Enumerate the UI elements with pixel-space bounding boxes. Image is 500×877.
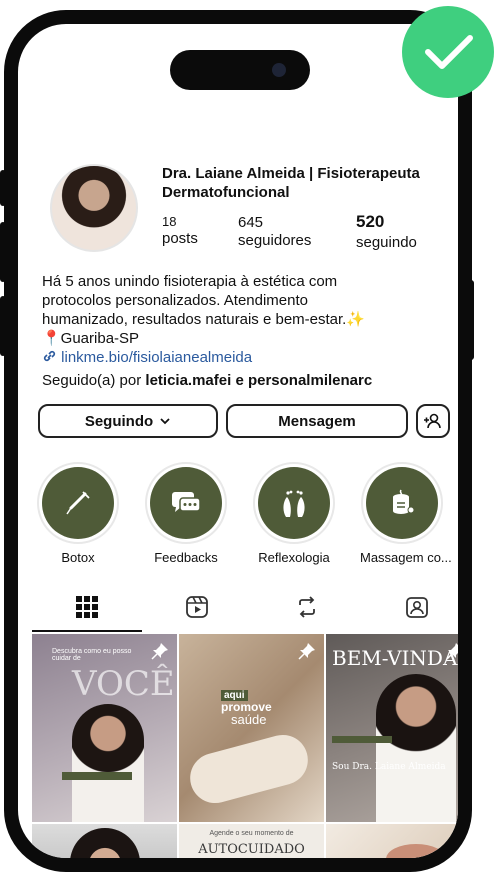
posts-count: 18 bbox=[162, 214, 177, 229]
person-photo bbox=[70, 828, 140, 858]
message-button-label: Mensagem bbox=[278, 412, 356, 430]
camera-icon bbox=[272, 63, 286, 77]
post-caption: Sou Dra. Laiane Almeida bbox=[332, 762, 446, 772]
message-button[interactable]: Mensagem bbox=[226, 404, 408, 438]
add-person-icon bbox=[424, 413, 441, 429]
candle-icon bbox=[393, 489, 415, 514]
post-tile[interactable] bbox=[326, 824, 458, 858]
post-title: AUTOCUIDADO bbox=[198, 842, 305, 857]
followers-count[interactable]: 645 bbox=[238, 214, 263, 231]
reposts-icon bbox=[299, 596, 315, 618]
person-photo bbox=[72, 704, 144, 822]
tab-tagged[interactable] bbox=[362, 584, 458, 630]
following-button[interactable]: Seguindo bbox=[38, 404, 218, 438]
highlight-label: Botox bbox=[61, 550, 95, 565]
post-caption: saúde bbox=[231, 712, 267, 727]
post-caption: Descubra como eu posso cuidar de bbox=[52, 648, 132, 662]
posts-grid: Descubra como eu posso cuidar de VOCÊ! a… bbox=[32, 634, 458, 858]
bio-line: protocolos personalizados. Atendimento bbox=[42, 292, 309, 309]
checkmark-icon bbox=[425, 35, 473, 69]
post-caption: Agende o seu momento de bbox=[209, 830, 294, 837]
tab-reels[interactable] bbox=[142, 584, 252, 630]
tagged-icon bbox=[406, 597, 428, 618]
following-button-label: Seguindo bbox=[84, 412, 154, 430]
profile-bio: Há 5 anos unindo fisioterapia à estética… bbox=[42, 272, 452, 367]
posts-label[interactable]: posts bbox=[162, 230, 198, 247]
highlight-botox[interactable]: Botox bbox=[36, 462, 120, 565]
post-banner bbox=[332, 736, 392, 743]
post-tile[interactable] bbox=[32, 824, 177, 858]
followed-by-names[interactable]: leticia.mafei e personalmilenarc bbox=[145, 372, 372, 389]
bio-link[interactable]: linkme.bio/fisiolaianealmeida bbox=[61, 349, 252, 366]
following-count[interactable]: 520 bbox=[356, 212, 384, 232]
profile-avatar[interactable] bbox=[50, 164, 138, 252]
dynamic-island bbox=[170, 50, 310, 90]
tab-reposts[interactable] bbox=[252, 584, 362, 630]
person-photo bbox=[376, 674, 456, 822]
phone-frame: Dra. Laiane Almeida | Fisioterapeuta Der… bbox=[4, 10, 472, 872]
pin-icon bbox=[446, 643, 458, 660]
highlight-label: Feedbacks bbox=[154, 550, 218, 565]
post-tile[interactable]: aqui promove saúde bbox=[179, 634, 324, 822]
highlight-feedbacks[interactable]: Feedbacks bbox=[144, 462, 228, 565]
profile-name: Dra. Laiane Almeida | Fisioterapeuta Der… bbox=[162, 165, 420, 201]
highlight-label: Massagem co... bbox=[360, 550, 452, 565]
feet-icon bbox=[283, 490, 305, 517]
chat-bubbles-icon bbox=[172, 492, 201, 512]
bio-line: humanizado, resultados naturais e bem-es… bbox=[42, 311, 366, 328]
bio-line: Há 5 anos unindo fisioterapia à estética… bbox=[42, 273, 338, 290]
pin-icon bbox=[151, 643, 168, 660]
post-tile[interactable]: Agende o seu momento de AUTOCUIDADO bbox=[179, 824, 324, 858]
verified-check-badge bbox=[402, 6, 494, 98]
profile-tabs bbox=[32, 584, 458, 632]
hand-shape bbox=[184, 729, 314, 809]
post-banner bbox=[62, 772, 132, 780]
reels-icon bbox=[186, 596, 208, 618]
followed-by-prefix: Seguido(a) por bbox=[42, 372, 146, 389]
tab-posts[interactable] bbox=[32, 584, 142, 632]
followed-by-text[interactable]: Seguido(a) por leticia.mafei e personalm… bbox=[42, 372, 458, 389]
pin-icon bbox=[298, 643, 315, 660]
bio-location: 📍Guariba-SP bbox=[42, 330, 140, 347]
highlight-label: Reflexologia bbox=[258, 550, 330, 565]
post-tile[interactable]: Descubra como eu posso cuidar de VOCÊ! bbox=[32, 634, 177, 822]
following-label[interactable]: seguindo bbox=[356, 234, 417, 251]
chevron-down-icon bbox=[160, 418, 170, 425]
grid-icon bbox=[76, 596, 98, 618]
decor-shape bbox=[386, 844, 446, 858]
post-title: VOCÊ! bbox=[72, 664, 177, 704]
link-icon bbox=[43, 350, 56, 362]
post-title: BEM-VINDA bbox=[332, 646, 458, 670]
followers-label[interactable]: seguidores bbox=[238, 232, 311, 249]
bio-link-row[interactable]: linkme.bio/fisiolaianealmeida bbox=[42, 348, 452, 367]
post-tile[interactable]: BEM-VINDA Sou Dra. Laiane Almeida bbox=[326, 634, 458, 822]
highlight-massagem[interactable]: Massagem co... bbox=[360, 462, 452, 565]
highlight-reflexologia[interactable]: Reflexologia bbox=[252, 462, 336, 565]
add-user-button[interactable] bbox=[416, 404, 450, 438]
syringe-icon bbox=[66, 491, 90, 515]
